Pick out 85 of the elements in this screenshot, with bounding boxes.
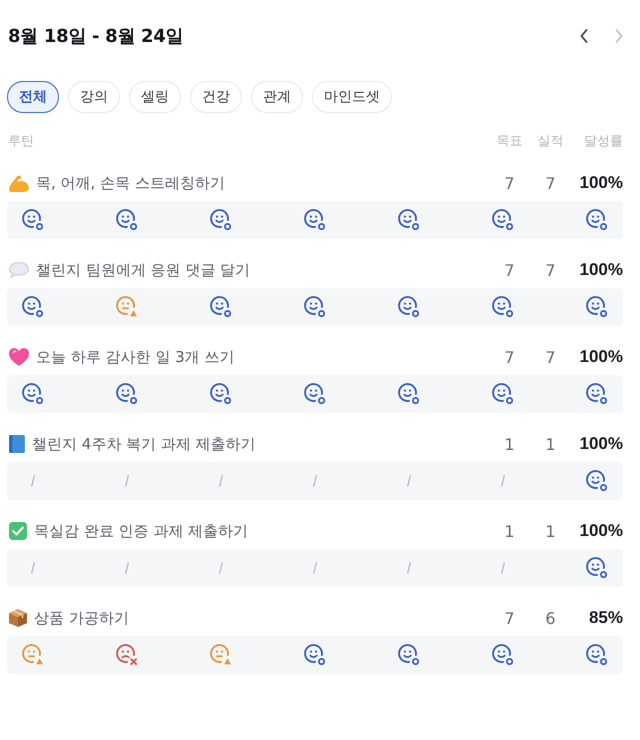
- smiley-face-icon: [586, 644, 608, 666]
- smiley-face-icon: [210, 383, 232, 405]
- neutral-face-warning-icon: [22, 644, 44, 666]
- heart-icon: [9, 348, 29, 366]
- routine-column-header: 루틴: [7, 133, 35, 150]
- smiley-face-icon: [22, 383, 44, 405]
- category-filter-chip[interactable]: 셀링: [129, 81, 181, 113]
- slash-icon: [313, 562, 317, 574]
- slash-icon: [125, 562, 129, 574]
- slash-icon: [219, 475, 223, 487]
- slash-icon: [501, 562, 505, 574]
- routine-title: 목, 어깨, 손목 스트레칭하기: [36, 174, 226, 192]
- smiley-face-icon: [398, 296, 420, 318]
- neutral-face-warning-icon: [210, 644, 232, 666]
- smiley-face-icon: [586, 470, 608, 492]
- flexed-arm-icon: [9, 174, 29, 192]
- week-range-title: 8월 18일 - 8월 24일: [8, 25, 184, 48]
- achievement-rate: 100%: [578, 434, 623, 454]
- slash-icon: [31, 562, 35, 574]
- category-filter-chip[interactable]: 건강: [190, 81, 242, 113]
- routine-title: 목실감 완료 인증 과제 제출하기: [34, 522, 250, 540]
- goal-count: 7: [503, 608, 516, 628]
- chevron-right-icon: [615, 29, 623, 43]
- smiley-face-icon: [116, 383, 138, 405]
- actual-count: 7: [544, 348, 557, 366]
- category-filter-chip[interactable]: 전체: [7, 81, 59, 113]
- achievement-rate: 85%: [588, 608, 623, 628]
- achievement-rate: 100%: [578, 347, 623, 367]
- smiley-face-icon: [398, 209, 420, 231]
- achievement-rate: 100%: [578, 173, 623, 193]
- smiley-face-icon: [586, 557, 608, 579]
- smiley-face-icon: [586, 209, 608, 231]
- smiley-face-icon: [210, 209, 232, 231]
- category-filter-chip[interactable]: 강의: [68, 81, 120, 113]
- slash-icon: [219, 562, 223, 574]
- smiley-face-icon: [210, 296, 232, 318]
- routine-title: 챌린지 4주차 복기 과제 제출하기: [32, 434, 257, 454]
- neutral-face-warning-icon: [116, 296, 138, 318]
- achievement-rate: 100%: [578, 521, 623, 541]
- actual-count: 7: [544, 260, 557, 280]
- chevron-left-icon: [580, 29, 588, 43]
- slash-icon: [501, 475, 505, 487]
- sad-face-cross-icon: [116, 644, 138, 666]
- actual-count: 7: [544, 174, 557, 192]
- routine-title: 오늘 하루 감사한 일 3개 쓰기: [36, 348, 236, 366]
- category-filter-chip[interactable]: 관계: [251, 81, 303, 113]
- smiley-face-icon: [492, 209, 514, 231]
- routine-title: 상품 가공하기: [34, 608, 130, 628]
- achievement-rate: 100%: [578, 260, 623, 280]
- smiley-face-icon: [116, 209, 138, 231]
- goal-count: 1: [503, 522, 516, 540]
- slash-icon: [407, 475, 411, 487]
- actual-count: 1: [544, 434, 557, 454]
- slash-icon: [31, 475, 35, 487]
- category-filter-chip[interactable]: 마인드셋: [312, 81, 392, 113]
- slash-icon: [313, 475, 317, 487]
- smiley-face-icon: [304, 209, 326, 231]
- goal-column-header: 목표: [496, 133, 524, 150]
- book-icon: [9, 435, 25, 453]
- check-box-icon: [9, 522, 27, 540]
- smiley-face-icon: [398, 644, 420, 666]
- smiley-face-icon: [22, 296, 44, 318]
- actual-count: 6: [544, 608, 557, 628]
- smiley-face-icon: [304, 296, 326, 318]
- slash-icon: [125, 475, 129, 487]
- actual-column-header: 실적: [536, 133, 564, 150]
- smiley-face-icon: [492, 383, 514, 405]
- package-icon: [9, 609, 27, 627]
- slash-icon: [407, 562, 411, 574]
- rate-column-header: 달성률: [583, 133, 623, 150]
- smiley-face-icon: [492, 296, 514, 318]
- goal-count: 7: [503, 260, 516, 280]
- smiley-face-icon: [304, 383, 326, 405]
- smiley-face-icon: [398, 383, 420, 405]
- smiley-face-icon: [22, 209, 44, 231]
- smiley-face-icon: [586, 296, 608, 318]
- goal-count: 7: [503, 174, 516, 192]
- routine-title: 챌린지 팀원에게 응원 댓글 달기: [36, 260, 252, 280]
- goal-count: 7: [503, 348, 516, 366]
- smiley-face-icon: [586, 383, 608, 405]
- smiley-face-icon: [304, 644, 326, 666]
- goal-count: 1: [503, 434, 516, 454]
- smiley-face-icon: [492, 644, 514, 666]
- actual-count: 1: [544, 522, 557, 540]
- speech-bubble-icon: [9, 262, 29, 278]
